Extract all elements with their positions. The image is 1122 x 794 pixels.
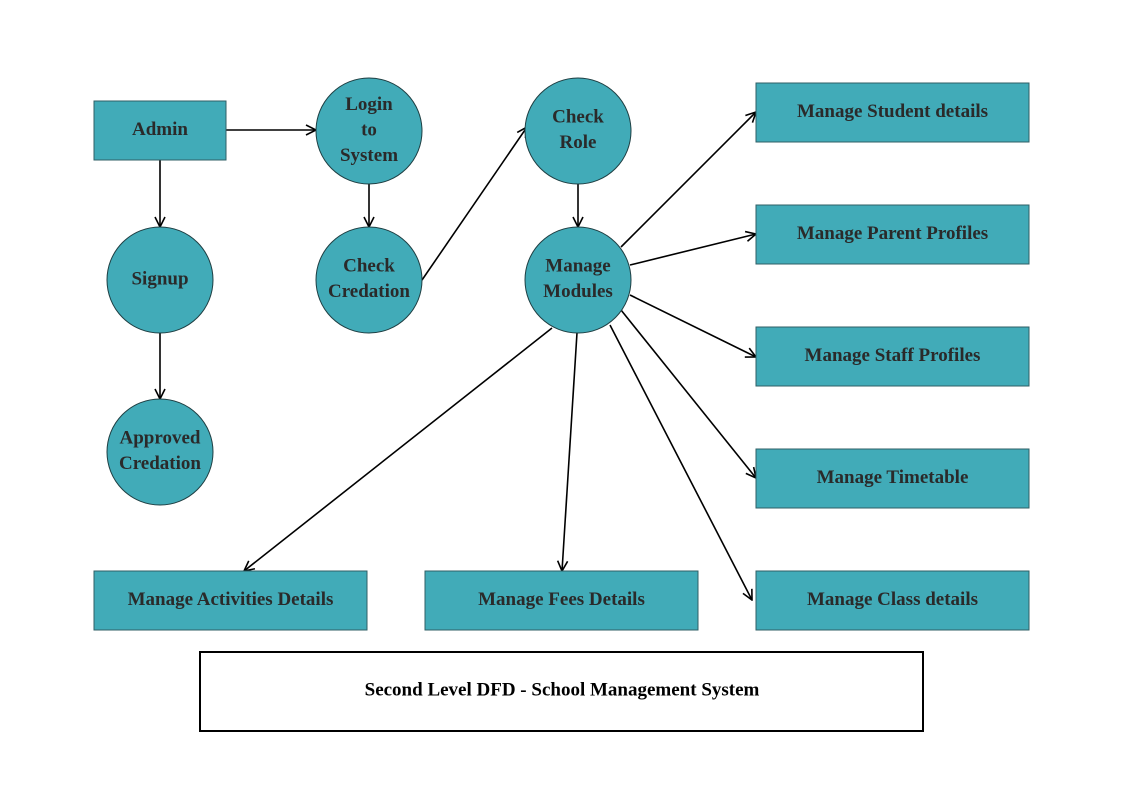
node-class: Manage Class details xyxy=(755,570,1030,631)
node-login: Login to System xyxy=(315,77,423,185)
process-circle xyxy=(315,226,423,334)
node-approved: Approved Credation xyxy=(106,398,214,506)
edge-modules-to-staff xyxy=(629,294,756,357)
edge-modules-to-fees xyxy=(562,332,578,571)
edge-modules-to-activities xyxy=(244,327,553,571)
node-label: Manage Class details xyxy=(807,589,978,610)
diagram-title: Second Level DFD - School Management Sys… xyxy=(365,679,760,700)
node-label: Approved xyxy=(120,428,201,449)
node-label: Check xyxy=(552,107,604,128)
edge-modules-to-timetable xyxy=(620,309,756,478)
node-label: Manage Activities Details xyxy=(128,589,334,610)
edges-layer xyxy=(160,112,756,600)
nodes-layer: Admin Login to System Signup Approved Credatio… xyxy=(93,77,1030,631)
node-label: Manage xyxy=(545,256,610,277)
node-label: Manage Timetable xyxy=(817,467,969,488)
node-label: Admin xyxy=(132,119,188,140)
node-label: to xyxy=(361,119,377,140)
node-fees: Manage Fees Details xyxy=(424,570,699,631)
process-circle xyxy=(524,77,632,185)
node-modules: Manage Modules xyxy=(524,226,632,334)
node-label: System xyxy=(340,145,398,166)
edge-modules-to-class xyxy=(609,324,752,600)
node-label: Credation xyxy=(328,281,410,302)
edge-checkcred-to-checkrole xyxy=(421,127,527,281)
node-timetable: Manage Timetable xyxy=(755,448,1030,509)
node-label: Manage Staff Profiles xyxy=(805,345,981,366)
node-signup: Signup xyxy=(106,226,214,334)
node-label: Credation xyxy=(119,453,201,474)
process-circle xyxy=(524,226,632,334)
node-parent: Manage Parent Profiles xyxy=(755,204,1030,265)
process-circle xyxy=(106,398,214,506)
node-label: Modules xyxy=(543,281,613,302)
node-label: Login xyxy=(345,94,393,115)
node-activities: Manage Activities Details xyxy=(93,570,368,631)
node-label: Manage Fees Details xyxy=(478,589,645,610)
node-staff: Manage Staff Profiles xyxy=(755,326,1030,387)
node-checkrole: Check Role xyxy=(524,77,632,185)
edge-modules-to-parent xyxy=(629,234,756,266)
node-student: Manage Student details xyxy=(755,82,1030,143)
node-label: Role xyxy=(560,132,597,153)
node-admin: Admin xyxy=(93,100,227,161)
edge-modules-to-student xyxy=(620,112,756,248)
title-box: Second Level DFD - School Management Sys… xyxy=(199,651,924,732)
dfd-diagram: Admin Login to System Signup Approved Credatio… xyxy=(93,77,1030,732)
node-label: Manage Student details xyxy=(797,101,988,122)
node-label: Signup xyxy=(131,268,188,289)
node-label: Check xyxy=(343,256,395,277)
node-checkcred: Check Credation xyxy=(315,226,423,334)
node-label: Manage Parent Profiles xyxy=(797,223,988,244)
